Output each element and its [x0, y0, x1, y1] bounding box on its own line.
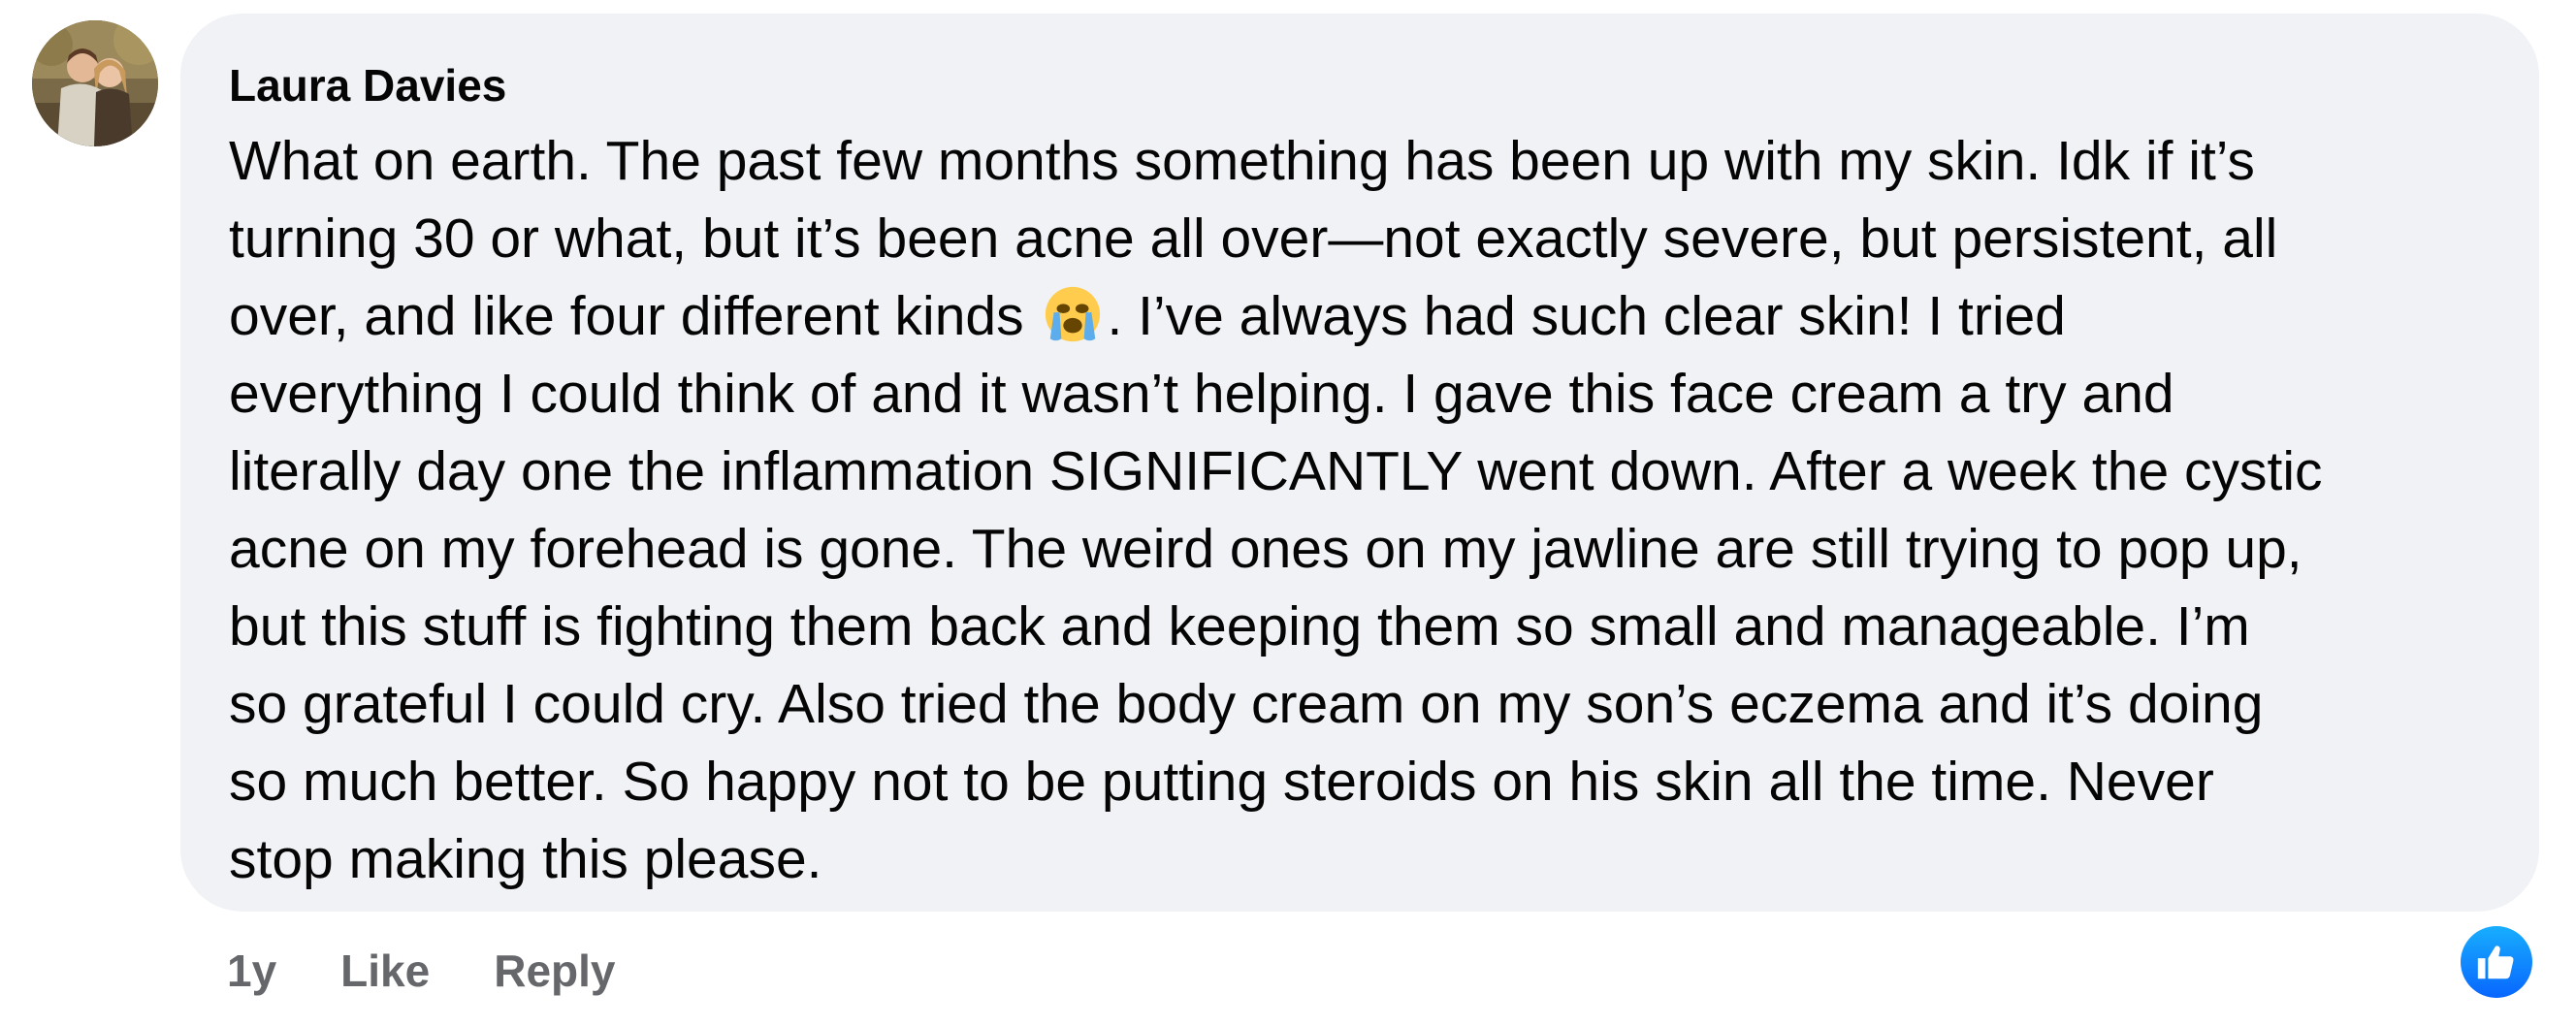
comment-line: over, and like four different kinds . I’… [229, 277, 2491, 355]
comment-body: What on earth. The past few months somet… [229, 122, 2491, 898]
comment-actions: 1y Like Reply [227, 937, 679, 1005]
thumbs-up-icon [2477, 946, 2514, 979]
reaction-badge[interactable] [2461, 926, 2532, 998]
like-button[interactable]: Like [340, 945, 430, 997]
comment-line: What on earth. The past few months somet… [229, 130, 2255, 192]
comment: Laura Davies What on earth. The past few… [0, 0, 2576, 1026]
comment-line: acne on my forehead is gone. The weird o… [229, 518, 2302, 580]
avatar-photo [32, 20, 158, 146]
comment-timestamp[interactable]: 1y [227, 945, 276, 997]
comment-line-part: . I’ve always had such clear skin! I tri… [1107, 285, 2066, 347]
comment-line: turning 30 or what, but it’s been acne a… [229, 208, 2278, 270]
comment-line: so grateful I could cry. Also tried the … [229, 673, 2264, 735]
comment-line: stop making this please. [229, 828, 822, 890]
comment-line: so much better. So happy not to be putti… [229, 751, 2214, 813]
comment-line-part: over, and like four different kinds [229, 285, 1024, 347]
avatar[interactable] [32, 20, 158, 146]
reply-button[interactable]: Reply [494, 945, 615, 997]
comment-bubble: Laura Davies What on earth. The past few… [180, 14, 2539, 912]
comment-line: everything I could think of and it wasn’… [229, 363, 2174, 425]
comment-line: literally day one the inflammation SIGNI… [229, 440, 2323, 502]
comment-line: but this stuff is fighting them back and… [229, 595, 2250, 657]
loudly-crying-face-icon [1043, 284, 1103, 344]
comment-author[interactable]: Laura Davies [229, 58, 2491, 112]
